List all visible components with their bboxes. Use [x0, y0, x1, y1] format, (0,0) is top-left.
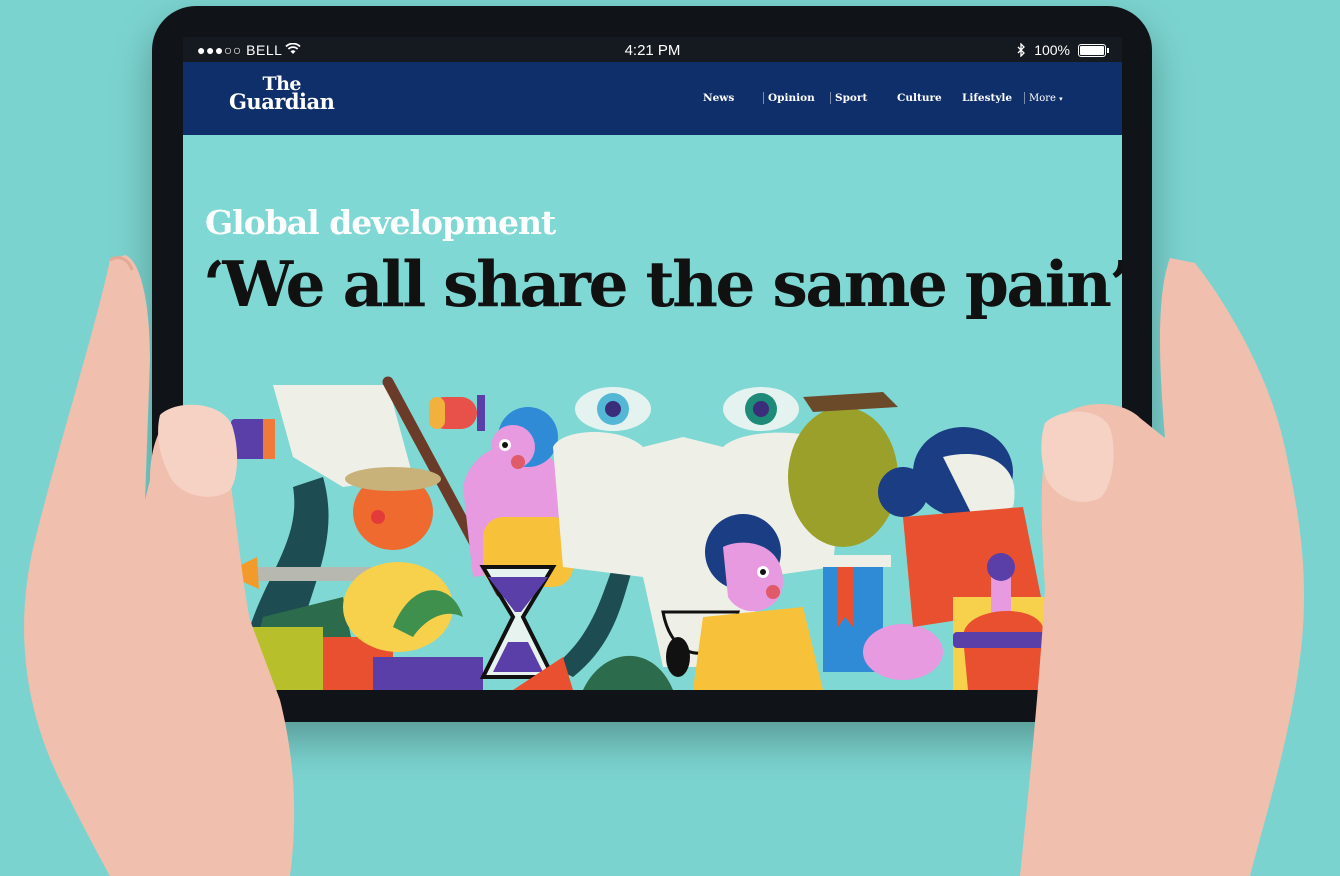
left-hand — [24, 255, 295, 876]
battery-icon — [1078, 43, 1109, 57]
logo-line-guardian: Guardian — [229, 89, 335, 114]
article-illustration — [183, 367, 1122, 690]
bluetooth-icon — [1017, 43, 1026, 57]
main-nav: News Opinion Sport Culture Lifestyle Mor… — [703, 92, 1063, 104]
clock: 4:21 PM — [624, 42, 681, 59]
battery-percent: 100% — [1034, 42, 1070, 58]
chevron-down-icon: ▾ — [1059, 94, 1063, 103]
nav-lifestyle[interactable]: Lifestyle — [962, 92, 1024, 104]
section-kicker[interactable]: Global development — [205, 203, 556, 242]
nav-more[interactable]: More ▾ — [1029, 93, 1063, 104]
nav-divider — [830, 92, 831, 104]
status-right: 100% — [1017, 42, 1109, 58]
site-header: The Guardian News Opinion Sport Culture … — [183, 62, 1122, 135]
guardian-logo[interactable]: The Guardian — [229, 75, 335, 114]
nav-news[interactable]: News — [703, 92, 763, 104]
status-bar: ●●●○○ BELL 4:21 PM 100% — [183, 37, 1122, 62]
nav-sport[interactable]: Sport — [835, 92, 897, 104]
nav-divider — [1024, 92, 1025, 104]
nav-culture[interactable]: Culture — [897, 92, 962, 104]
tablet-screen: ●●●○○ BELL 4:21 PM 100% The Guardian New… — [183, 37, 1122, 690]
right-hand — [1020, 258, 1305, 876]
nav-more-label: More — [1029, 92, 1056, 104]
nav-opinion[interactable]: Opinion — [768, 92, 830, 104]
article-headline[interactable]: ‘We all share the same pain’ — [203, 247, 1122, 321]
nav-divider — [763, 92, 764, 104]
